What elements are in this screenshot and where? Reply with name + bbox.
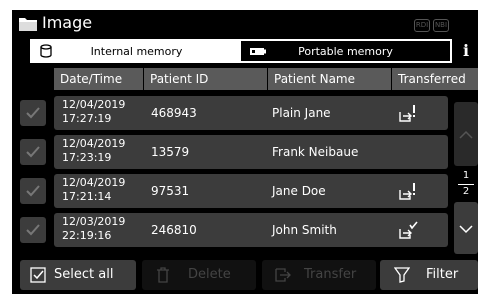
table-row[interactable]: 12/04/2019 17:21:14 97531 Jane Doe (12, 174, 478, 208)
row-patient-name: John Smith (272, 223, 337, 237)
title-bar: Image RDI NBI (12, 10, 478, 38)
row-patient-name: Plain Jane (272, 106, 331, 120)
row-date: 12/04/2019 (62, 98, 126, 111)
chevron-down-icon (459, 225, 473, 234)
check-icon (26, 224, 40, 236)
filter-label: Filter (426, 267, 459, 282)
row-date: 12/04/2019 (62, 176, 126, 189)
row-time: 17:21:14 (62, 190, 112, 203)
row-checkbox[interactable] (20, 139, 46, 165)
row-time: 17:23:19 (62, 151, 112, 164)
row-patient-name: Frank Neibaue (272, 145, 359, 159)
table-header: Date/Time Patient ID Patient Name Transf… (12, 68, 478, 90)
row-body[interactable]: 12/04/2019 17:21:14 97531 Jane Doe (54, 174, 448, 208)
row-body[interactable]: 12/03/2019 22:19:16 246810 John Smith (54, 213, 448, 247)
row-date-time: 12/04/2019 17:21:14 (62, 176, 125, 204)
transfer-warning-icon (399, 183, 415, 200)
row-checkbox[interactable] (20, 178, 46, 204)
column-patient-id[interactable]: Patient ID (144, 68, 268, 90)
tab-internal-memory[interactable]: Internal memory (32, 41, 241, 61)
page-indicator: 1 2 (454, 170, 478, 200)
row-date-time: 12/04/2019 17:23:19 (62, 137, 125, 165)
row-patient-id: 97531 (151, 184, 190, 198)
transfer-warning-icon (399, 105, 415, 122)
page-title: Image (42, 13, 93, 32)
column-transferred[interactable]: Transferred (392, 68, 478, 90)
delete-button[interactable]: Delete (142, 260, 256, 290)
row-checkbox[interactable] (20, 100, 46, 126)
column-patient-name[interactable]: Patient Name (268, 68, 392, 90)
table-row[interactable]: 12/03/2019 22:19:16 246810 John Smith (12, 213, 478, 247)
row-time: 17:27:19 (62, 112, 112, 125)
transfer-label: Transfer (304, 267, 357, 282)
row-date-time: 12/03/2019 22:19:16 (62, 215, 125, 243)
transfer-button[interactable]: Transfer (262, 260, 376, 290)
tab-internal-memory-label: Internal memory (90, 44, 183, 58)
filter-icon (394, 267, 410, 283)
row-date-time: 12/04/2019 17:27:19 (62, 98, 125, 126)
usb-drive-icon (250, 48, 266, 55)
row-patient-id: 468943 (151, 106, 197, 120)
rdi-badge: RDI (414, 19, 430, 32)
current-page: 1 (462, 170, 470, 181)
info-button[interactable]: i (454, 39, 478, 63)
chevron-up-icon (459, 130, 473, 139)
transfer-done-icon (399, 221, 418, 239)
memory-tabs: Internal memory Portable memory (30, 39, 452, 63)
check-icon (26, 185, 40, 197)
folder-icon (19, 18, 37, 31)
nbi-badge: NBI (433, 19, 449, 32)
check-icon (26, 107, 40, 119)
select-all-icon (30, 267, 46, 283)
row-time: 22:19:16 (62, 229, 112, 242)
row-patient-id: 13579 (151, 145, 190, 159)
row-body[interactable]: 12/04/2019 17:23:19 13579 Frank Neibaue (54, 135, 448, 169)
total-pages: 2 (462, 186, 470, 197)
select-all-button[interactable]: Select all (20, 260, 136, 290)
delete-label: Delete (188, 267, 231, 282)
page-divider (458, 184, 474, 185)
row-patient-id: 246810 (151, 223, 197, 237)
transfer-icon (275, 268, 291, 282)
filter-button[interactable]: Filter (380, 260, 478, 290)
row-date: 12/04/2019 (62, 137, 126, 150)
tab-portable-memory-label: Portable memory (298, 44, 393, 58)
row-date: 12/03/2019 (62, 215, 126, 228)
table-row[interactable]: 12/04/2019 17:23:19 13579 Frank Neibaue (12, 135, 478, 169)
row-body[interactable]: 12/04/2019 17:27:19 468943 Plain Jane (54, 96, 448, 130)
tab-portable-memory[interactable]: Portable memory (241, 41, 450, 61)
check-icon (26, 146, 40, 158)
row-checkbox[interactable] (20, 217, 46, 243)
scroll-up-button[interactable] (454, 102, 478, 166)
database-icon (40, 44, 52, 58)
trash-icon (157, 267, 169, 283)
table-row[interactable]: 12/04/2019 17:27:19 468943 Plain Jane (12, 96, 478, 130)
select-all-label: Select all (54, 267, 114, 282)
row-patient-name: Jane Doe (272, 184, 326, 198)
column-date-time[interactable]: Date/Time (54, 68, 144, 90)
scroll-down-button[interactable] (454, 202, 478, 254)
image-screen: Image RDI NBI Internal memory Portable m… (12, 10, 478, 294)
